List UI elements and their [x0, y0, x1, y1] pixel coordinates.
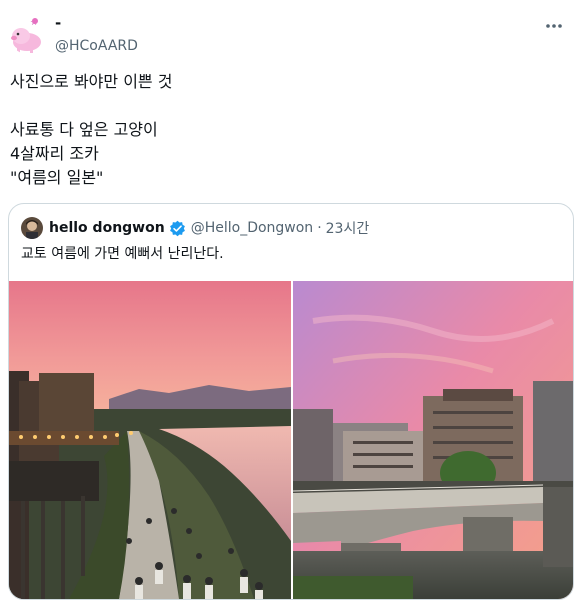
- author-avatar[interactable]: ☆: [8, 14, 48, 54]
- separator-dot: ·: [317, 220, 322, 236]
- pink-pig-sticker-icon: ☆: [8, 14, 48, 54]
- tweet-line: 사료통 다 엎은 고양이: [10, 120, 158, 139]
- author-handle[interactable]: @HCoAARD: [55, 37, 138, 55]
- tweet-text: 사진으로 봐야만 이쁜 것 사료통 다 엎은 고양이 4살짜리 조카 "여름의 …: [10, 70, 560, 190]
- kyoto-bridge-sunset-photo[interactable]: [293, 281, 573, 599]
- quoted-media-grid: [9, 281, 573, 599]
- tweet-header: ☆ - @HCoAARD: [0, 0, 574, 62]
- quoted-tweet[interactable]: hello dongwon @Hello_Dongwon · 23시간 교토 여…: [8, 203, 574, 600]
- tweet-line: "여름의 일본": [10, 168, 104, 187]
- portrait-avatar-icon: [21, 217, 43, 239]
- tweet-line: 사진으로 봐야만 이쁜 것: [10, 72, 173, 91]
- tweet-line: 4살짜리 조카: [10, 144, 99, 163]
- quoted-author-avatar[interactable]: [21, 217, 43, 239]
- kyoto-riverbank-sunset-photo[interactable]: [9, 281, 291, 599]
- quoted-author-name[interactable]: hello dongwon: [49, 220, 165, 236]
- verified-badge-icon: [169, 220, 185, 236]
- quoted-author-handle[interactable]: @Hello_Dongwon: [191, 220, 313, 236]
- quoted-tweet-header: hello dongwon @Hello_Dongwon · 23시간: [21, 217, 369, 239]
- quoted-timestamp[interactable]: 23시간: [326, 218, 370, 238]
- more-options-icon[interactable]: [542, 14, 566, 38]
- quoted-tweet-text: 교토 여름에 가면 예뻐서 난리난다.: [21, 246, 224, 262]
- author-display-name[interactable]: -: [55, 13, 61, 33]
